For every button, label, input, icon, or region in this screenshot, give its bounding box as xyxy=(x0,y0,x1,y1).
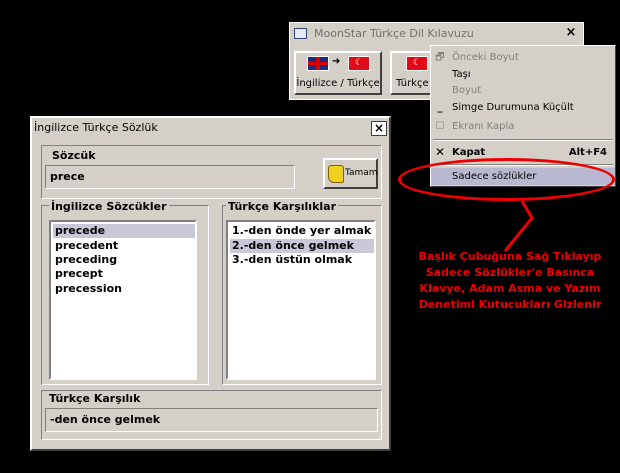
caption-line: Denetimi Kutucukları Gizlenir xyxy=(418,298,602,311)
caption-line: Başlık Çubuğuna Sağ Tıklayıp xyxy=(418,250,602,263)
pointer-line xyxy=(503,200,534,252)
annotation-caption: Başlık Çubuğuna Sağ Tıklayıp Sadece Sözl… xyxy=(398,249,620,313)
caption-line: Klavye, Adam Asma ve Yazım xyxy=(419,282,601,295)
caption-line: Sadece Sözlükler'e Basınca xyxy=(425,266,595,279)
